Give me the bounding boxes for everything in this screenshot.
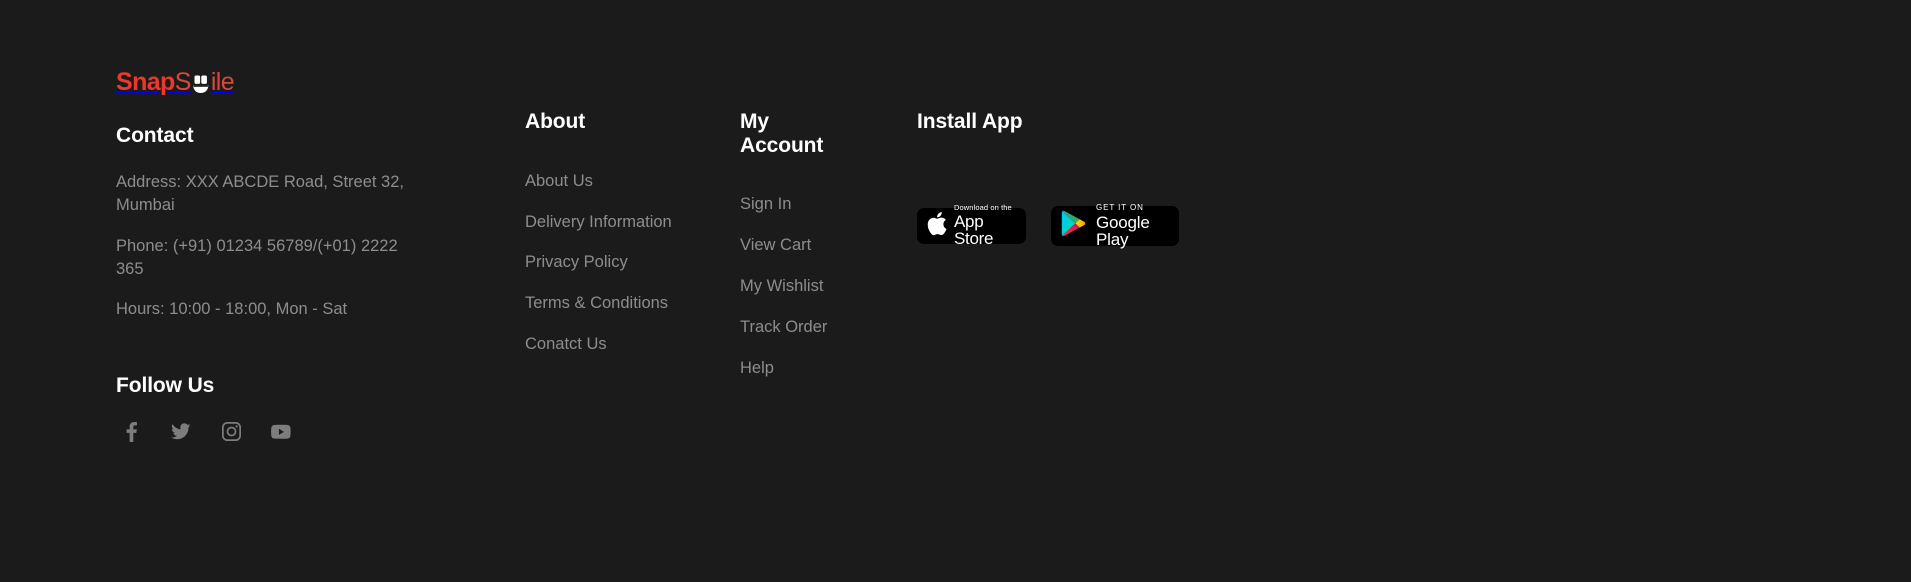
link-contact-us[interactable]: Conatct Us: [525, 334, 607, 355]
site-footer: SnapS ile Contact Address: XXX ABCDE Road…: [0, 0, 1911, 582]
footer-column-install-app: Install App Download on the App Store GE…: [917, 110, 1247, 249]
footer-content: SnapS ile Contact Address: XXX ABCDE Road…: [0, 0, 1911, 582]
google-play-badge-text: GET IT ON Google Play: [1096, 202, 1169, 249]
app-store-badge[interactable]: Download on the App Store: [917, 204, 1026, 247]
link-help[interactable]: Help: [740, 358, 774, 379]
link-sign-in[interactable]: Sign In: [740, 194, 791, 215]
google-play-triangle-icon: [1061, 210, 1087, 242]
brand-logo[interactable]: SnapS ile: [116, 70, 416, 95]
facebook-icon[interactable]: [121, 421, 141, 442]
list-item: My Wishlist: [740, 276, 850, 297]
youtube-icon[interactable]: [271, 422, 291, 442]
google-play-badge[interactable]: GET IT ON Google Play: [1051, 202, 1179, 249]
contact-heading: Contact: [116, 124, 194, 147]
app-store-badge-title: App Store: [954, 212, 994, 249]
store-badges: Download on the App Store GET IT ON Goog…: [917, 202, 1247, 249]
contact-hours: Hours: 10:00 - 18:00, Mon - Sat: [116, 300, 348, 319]
google-play-badge-subtitle: GET IT ON: [1096, 202, 1144, 212]
google-play-badge-title: Google Play: [1096, 212, 1150, 249]
social-links: [116, 421, 416, 442]
link-about-us[interactable]: About Us: [525, 171, 593, 192]
my-account-link-list: Sign In View Cart My Wishlist Track Orde…: [740, 194, 850, 378]
smile-teeth-icon: [191, 73, 211, 95]
about-link-list: About Us Delivery Information Privacy Po…: [525, 171, 675, 355]
follow-us-heading: Follow Us: [116, 373, 215, 397]
list-item: Track Order: [740, 317, 850, 338]
brand-logo-s: S: [174, 68, 192, 96]
app-store-badge-subtitle: Download on the: [954, 202, 1012, 212]
link-privacy-policy[interactable]: Privacy Policy: [525, 252, 628, 273]
instagram-icon[interactable]: [221, 422, 241, 442]
brand-logo-snap: Snap: [116, 68, 175, 96]
link-track-order[interactable]: Track Order: [740, 317, 827, 338]
list-item: About Us: [525, 171, 675, 192]
footer-column-about: About About Us Delivery Information Priv…: [525, 110, 675, 355]
app-store-badge-text: Download on the App Store: [954, 204, 1017, 248]
apple-logo-icon: [926, 211, 947, 241]
about-heading: About: [525, 110, 586, 133]
contact-phone: Phone: (+91) 01234 56789/(+01) 2222 365: [116, 236, 398, 278]
link-terms-conditions[interactable]: Terms & Conditions: [525, 293, 668, 314]
list-item: Help: [740, 358, 850, 379]
follow-us-block: Follow Us: [116, 374, 416, 442]
link-delivery-information[interactable]: Delivery Information: [525, 212, 672, 233]
list-item: Terms & Conditions: [525, 293, 675, 314]
install-app-heading: Install App: [917, 110, 1023, 133]
list-item: Conatct Us: [525, 334, 675, 355]
list-item: Privacy Policy: [525, 252, 675, 273]
footer-column-contact: SnapS ile Contact Address: XXX ABCDE Road…: [116, 70, 416, 442]
my-account-heading: My Account: [740, 110, 824, 157]
list-item: View Cart: [740, 235, 850, 256]
list-item: Delivery Information: [525, 212, 675, 233]
brand-logo-ile: ile: [210, 68, 235, 96]
contact-address: Address: XXX ABCDE Road, Street 32, Mumb…: [116, 172, 404, 215]
footer-column-my-account: My Account Sign In View Cart My Wishlist…: [740, 110, 850, 378]
link-view-cart[interactable]: View Cart: [740, 235, 811, 256]
link-my-wishlist[interactable]: My Wishlist: [740, 276, 823, 297]
list-item: Sign In: [740, 194, 850, 215]
twitter-icon[interactable]: [171, 422, 191, 442]
